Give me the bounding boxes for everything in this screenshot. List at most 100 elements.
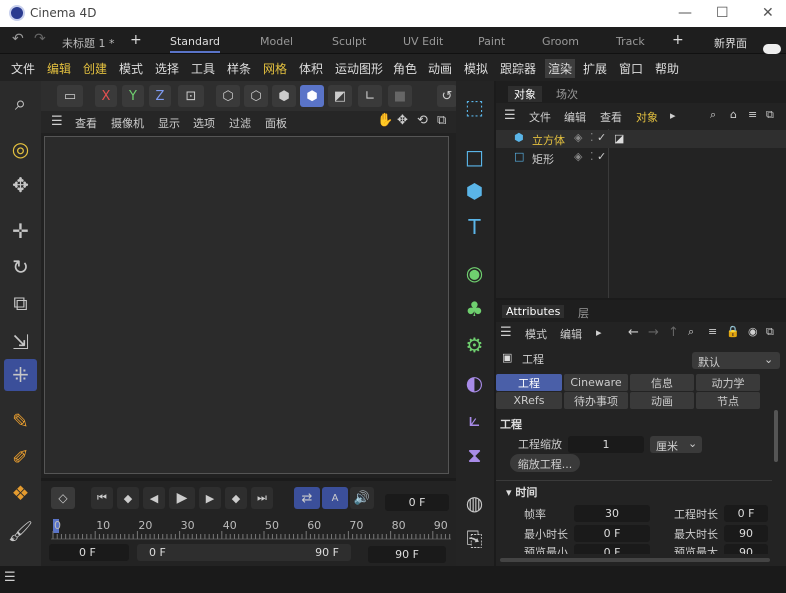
maximize-view-icon[interactable]: ⧉: [437, 113, 446, 128]
maximize-button[interactable]: ☐: [716, 5, 729, 21]
selection-tool-icon[interactable]: ◎: [4, 133, 37, 165]
menu-volume[interactable]: 体积: [299, 60, 323, 77]
chevron-right-icon[interactable]: ▸: [596, 326, 602, 339]
tab-project[interactable]: 工程: [496, 374, 562, 391]
rotate-tool-icon[interactable]: ↻: [4, 251, 37, 283]
attributes-scrollbar[interactable]: [774, 410, 778, 462]
tab-paint[interactable]: Paint: [478, 35, 505, 48]
spline-pen-icon[interactable]: ✎: [4, 405, 37, 437]
tab-model[interactable]: Model: [260, 35, 293, 48]
preset-dropdown[interactable]: 默认 ⌄: [692, 352, 780, 369]
model-mode-icon[interactable]: ⬢: [300, 85, 324, 107]
undo-icon[interactable]: ↶: [12, 31, 24, 47]
auto-key-icon[interactable]: A: [322, 487, 348, 509]
tab-groom[interactable]: Groom: [542, 35, 579, 48]
axis-y-button[interactable]: Y: [122, 85, 144, 107]
render-view-icon[interactable]: ▭: [57, 85, 83, 107]
fps-field[interactable]: 30: [574, 505, 650, 522]
prev-key-icon[interactable]: ◆: [117, 487, 139, 509]
search-icon[interactable]: ⌕: [710, 108, 716, 122]
goto-end-icon[interactable]: ⏭: [251, 487, 273, 509]
generator-icon[interactable]: ◉: [458, 257, 491, 289]
tab-layers[interactable]: 层: [578, 305, 589, 321]
hamburger-icon[interactable]: ☰: [504, 108, 516, 123]
menu-file[interactable]: 文件: [11, 60, 35, 77]
environment-icon[interactable]: ◍: [458, 487, 491, 519]
timeline-range[interactable]: 0 F 90 F: [137, 544, 351, 561]
up-arrow-icon[interactable]: ↑: [668, 325, 679, 340]
edges-mode-icon[interactable]: ⬡: [244, 85, 268, 107]
tab-uv-edit[interactable]: UV Edit: [403, 35, 443, 48]
tab-xrefs[interactable]: XRefs: [496, 392, 562, 409]
viewmenu-view[interactable]: 查看: [75, 115, 97, 131]
axis-x-button[interactable]: X: [95, 85, 117, 107]
redo-icon[interactable]: ↷: [34, 31, 46, 47]
move-tool-icon[interactable]: ✛: [4, 215, 37, 247]
tab-todo[interactable]: 待办事项: [564, 392, 628, 409]
menu-animate[interactable]: 动画: [428, 60, 452, 77]
preview-min-field[interactable]: 0 F: [574, 544, 650, 554]
lock-icon[interactable]: 🔒: [726, 325, 740, 338]
objmenu-view[interactable]: 查看: [600, 109, 622, 125]
timeline-ruler[interactable]: 0 10 20 30 40 50 60 70 80 90: [51, 517, 451, 541]
timeline-start-field[interactable]: 0 F: [49, 544, 129, 561]
viewmenu-options[interactable]: 选项: [193, 115, 215, 131]
text-icon[interactable]: T: [458, 211, 491, 243]
spline-rect-icon[interactable]: □: [458, 141, 491, 173]
bend-icon[interactable]: ◐: [458, 367, 491, 399]
points-mode-icon[interactable]: ⬡: [216, 85, 240, 107]
filter-icon[interactable]: ≡: [748, 108, 757, 121]
coordinate-system-icon[interactable]: ⊡: [178, 85, 204, 107]
add-layout-button[interactable]: +: [672, 32, 684, 48]
transform-tool-icon[interactable]: ⇲: [4, 326, 37, 358]
tab-objects[interactable]: 对象: [508, 86, 542, 102]
search-icon[interactable]: ⌕: [688, 325, 694, 339]
scale-field[interactable]: 1: [568, 436, 644, 453]
menu-edit[interactable]: 编辑: [47, 60, 71, 77]
cube-icon[interactable]: ⬢: [458, 175, 491, 207]
menu-mode[interactable]: 模式: [119, 60, 143, 77]
menu-render[interactable]: 渲染: [545, 59, 576, 78]
attrmenu-edit[interactable]: 编辑: [560, 326, 582, 342]
material-tag-icon[interactable]: ◪: [614, 132, 624, 145]
menu-window[interactable]: 窗口: [619, 60, 643, 77]
layer-icon[interactable]: ◈: [574, 150, 582, 163]
preview-max-field[interactable]: 90: [724, 544, 768, 554]
next-key-icon[interactable]: ◆: [225, 487, 247, 509]
cloner-icon[interactable]: ♣: [458, 293, 491, 325]
paint-brush-icon[interactable]: 🖌: [4, 515, 37, 547]
new-panel-icon[interactable]: ⧉: [766, 325, 774, 339]
objmenu-file[interactable]: 文件: [529, 109, 551, 125]
tab-info[interactable]: 信息: [630, 374, 694, 391]
enabled-check-icon[interactable]: ✓: [597, 150, 606, 163]
snap-icon[interactable]: ↺: [437, 85, 457, 107]
time-group-title[interactable]: ▾ 时间: [506, 484, 537, 500]
polygons-mode-icon[interactable]: ⬢: [272, 85, 296, 107]
camera-icon[interactable]: ⎘: [458, 523, 491, 555]
new-document-button[interactable]: +: [130, 32, 142, 48]
expand-icon[interactable]: ⧉: [766, 108, 774, 122]
null-object-icon[interactable]: ⬚: [458, 91, 491, 123]
document-tab[interactable]: 未标题 1 *: [62, 35, 115, 51]
menu-character[interactable]: 角色: [393, 60, 417, 77]
home-icon[interactable]: ⌂: [730, 108, 737, 121]
list-item[interactable]: ⬢ 立方体 ◈ ⁚ ✓ ◪: [496, 130, 786, 148]
hamburger-icon[interactable]: ☰: [500, 325, 512, 340]
field-icon[interactable]: ⟀: [458, 403, 491, 435]
menu-select[interactable]: 选择: [155, 60, 179, 77]
menu-mesh[interactable]: 网格: [263, 60, 287, 77]
hamburger-icon[interactable]: ☰: [4, 570, 16, 585]
layer-icon[interactable]: ◈: [574, 131, 582, 144]
current-frame-field[interactable]: 0 F: [385, 494, 449, 511]
axis-z-button[interactable]: Z: [149, 85, 171, 107]
attrmenu-mode[interactable]: 模式: [525, 326, 547, 342]
pan-hand-icon[interactable]: ✋: [377, 113, 393, 128]
scale-project-button[interactable]: 缩放工程...: [510, 454, 580, 472]
rotate-view-icon[interactable]: ⟲: [417, 113, 428, 128]
menu-tools[interactable]: 工具: [191, 60, 215, 77]
tab-standard[interactable]: Standard: [170, 35, 221, 53]
deformer-icon[interactable]: ⚙: [458, 329, 491, 361]
min-time-field[interactable]: 0 F: [574, 525, 650, 542]
list-item[interactable]: □ 矩形 ◈ ⁚ ✓: [496, 149, 786, 167]
goto-start-icon[interactable]: ⏮: [91, 487, 113, 509]
